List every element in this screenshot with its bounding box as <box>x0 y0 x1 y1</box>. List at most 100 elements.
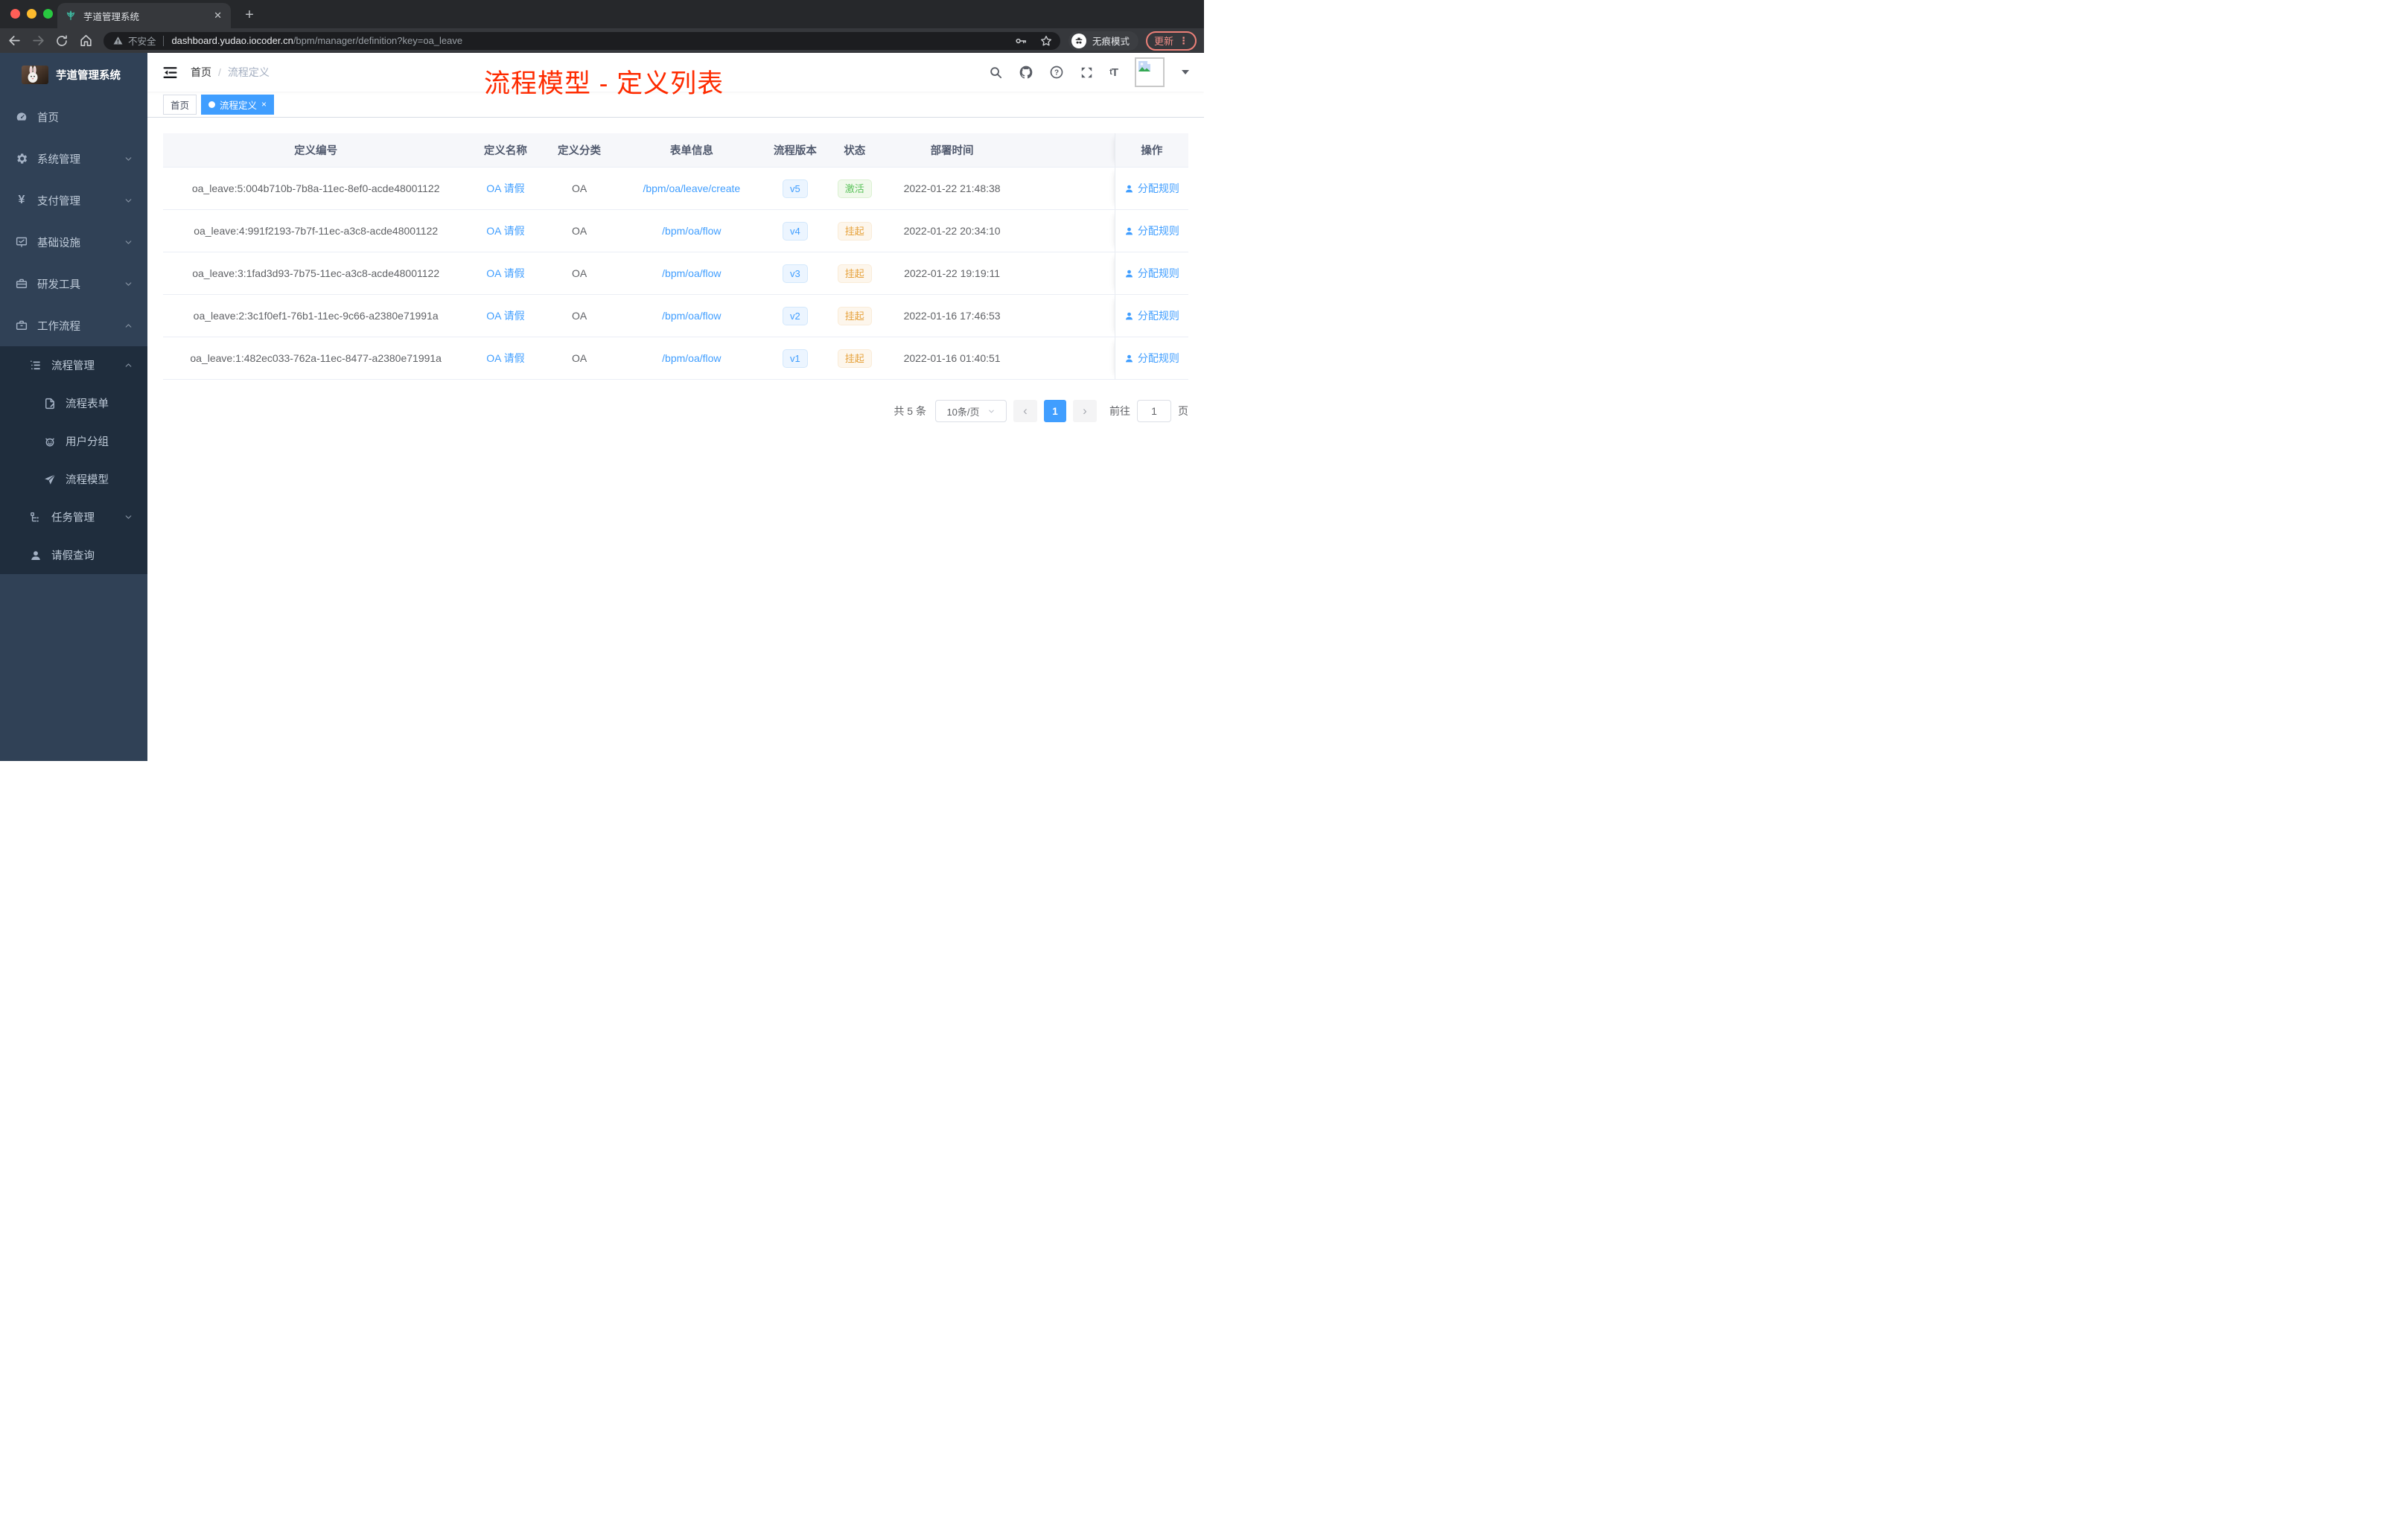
form-link[interactable]: /bpm/oa/flow <box>662 352 721 364</box>
sidebar-item-infrastructure[interactable]: 基础设施 <box>0 221 147 263</box>
new-tab-button[interactable]: + <box>240 6 259 24</box>
macos-traffic-lights[interactable] <box>10 9 53 19</box>
back-icon[interactable] <box>7 34 22 48</box>
sidebar-item-dev-tools[interactable]: 研发工具 <box>0 263 147 305</box>
sidebar-item-label: 系统管理 <box>37 153 80 166</box>
sidebar-item-label: 用户分组 <box>66 436 109 448</box>
sidebar-item-process-model[interactable]: 流程模型 <box>0 460 147 498</box>
col-form-info: 表单信息 <box>669 145 713 157</box>
assign-rule-button[interactable]: 分配规则 <box>1124 266 1179 281</box>
active-dot-icon <box>208 101 216 108</box>
document-edit-icon <box>42 397 57 410</box>
sidebar-item-home[interactable]: 首页 <box>0 96 147 138</box>
github-icon[interactable] <box>1019 65 1033 80</box>
security-warning-icon[interactable] <box>112 35 124 46</box>
tag-label: 流程定义 <box>220 100 258 111</box>
sidebar-item-label: 流程表单 <box>66 398 109 410</box>
next-page-button[interactable]: › <box>1073 400 1097 422</box>
tag-process-definition[interactable]: 流程定义 × <box>201 94 275 115</box>
sidebar-item-leave-query[interactable]: 请假查询 <box>0 536 147 574</box>
sidebar-logo[interactable]: 芋道管理系统 <box>0 53 147 96</box>
sidebar-item-label: 基础设施 <box>37 237 80 249</box>
sidebar-item-process-management[interactable]: 流程管理 <box>0 346 147 384</box>
user-icon <box>1125 270 1133 277</box>
sidebar-item-user-group[interactable]: 用户分组 <box>0 422 147 460</box>
reload-icon[interactable] <box>54 34 69 48</box>
form-link[interactable]: /bpm/oa/leave/create <box>643 182 740 194</box>
definition-name-link[interactable]: OA 请假 <box>486 266 524 281</box>
font-size-icon[interactable]: tT <box>1109 66 1118 79</box>
cell-definition-id: oa_leave:4:991f2193-7b7f-11ec-a3c8-acde4… <box>194 225 439 237</box>
definition-name-link[interactable]: OA 请假 <box>486 308 524 323</box>
col-process-version: 流程版本 <box>773 145 817 157</box>
cell-category: OA <box>571 182 587 194</box>
avatar-dropdown-caret-icon[interactable] <box>1182 70 1189 74</box>
update-label[interactable]: 更新 <box>1154 34 1173 48</box>
assign-rule-button[interactable]: 分配规则 <box>1124 308 1179 323</box>
sidebar-item-process-form[interactable]: 流程表单 <box>0 384 147 422</box>
sidebar-item-task-management[interactable]: 任务管理 <box>0 498 147 536</box>
sidebar: 芋道管理系统 首页 系统管理 ¥ 支付管理 基础设施 研发工具 工作流程 流程管… <box>0 53 147 761</box>
cell-definition-id: oa_leave:5:004b710b-7b8a-11ec-8ef0-acde4… <box>191 182 440 194</box>
fullscreen-icon[interactable] <box>1080 66 1094 80</box>
tag-home[interactable]: 首页 <box>163 94 197 115</box>
assign-rule-button[interactable]: 分配规则 <box>1124 351 1179 366</box>
sidebar-item-system[interactable]: 系统管理 <box>0 138 147 179</box>
page-size-select[interactable]: 10条/页 <box>935 400 1007 422</box>
version-tag: v4 <box>783 221 808 241</box>
prev-page-button[interactable]: ‹ <box>1013 400 1037 422</box>
breadcrumb-current: 流程定义 <box>227 66 270 78</box>
cell-definition-id: oa_leave:3:1fad3d93-7b75-11ec-a3c8-acde4… <box>192 267 440 279</box>
user-icon <box>1125 227 1133 235</box>
form-link[interactable]: /bpm/oa/flow <box>662 225 721 237</box>
definition-table: 定义编号 定义名称 定义分类 表单信息 流程版本 状态 部署时间 操作 oa_l… <box>163 133 1188 380</box>
goto-label: 前往 <box>1109 405 1130 417</box>
breadcrumb-home[interactable]: 首页 <box>191 65 211 80</box>
tab-title: 芋道管理系统 <box>83 11 140 22</box>
goto-page-input[interactable] <box>1137 400 1171 422</box>
definition-name-link[interactable]: OA 请假 <box>486 223 524 238</box>
sidebar-item-label: 任务管理 <box>51 512 95 524</box>
sidebar-item-workflow[interactable]: 工作流程 <box>0 305 147 346</box>
definition-name-link[interactable]: OA 请假 <box>486 351 524 366</box>
monitor-icon <box>14 235 29 249</box>
help-icon[interactable]: ? <box>1049 65 1064 80</box>
chrome-update-button[interactable]: 更新 ⋮ <box>1145 31 1197 51</box>
status-tag: 挂起 <box>837 264 872 283</box>
total-count-label: 共 5 条 <box>894 405 926 417</box>
cell-deploy-time: 2022-01-22 21:48:38 <box>903 182 1001 194</box>
form-link[interactable]: /bpm/oa/flow <box>662 310 721 322</box>
cell-definition-id: oa_leave:1:482ec033-762a-11ec-8477-a2380… <box>190 352 442 364</box>
tag-close-icon[interactable]: × <box>261 100 267 109</box>
assign-rule-button[interactable]: 分配规则 <box>1124 181 1179 196</box>
assign-rule-button[interactable]: 分配规则 <box>1124 223 1179 238</box>
yen-icon: ¥ <box>18 194 25 206</box>
tab-close-icon[interactable]: ✕ <box>212 10 223 22</box>
col-definition-category: 定义分类 <box>558 145 602 157</box>
bookmark-star-icon[interactable] <box>1039 34 1053 48</box>
password-key-icon[interactable] <box>1014 34 1028 48</box>
not-secure-label[interactable]: 不安全 <box>128 34 156 48</box>
sidebar-item-payment[interactable]: ¥ 支付管理 <box>0 179 147 221</box>
close-window-button[interactable] <box>10 9 20 19</box>
sidebar-collapse-icon[interactable] <box>162 65 178 80</box>
search-icon[interactable] <box>989 66 1003 80</box>
table-row: oa_leave:3:1fad3d93-7b75-11ec-a3c8-acde4… <box>163 252 1188 295</box>
browser-menu-dots-icon[interactable]: ⋮ <box>1179 35 1188 47</box>
browser-tab[interactable]: 芋道管理系统 ✕ <box>57 3 231 28</box>
current-page-button[interactable]: 1 <box>1044 400 1066 422</box>
zoom-window-button[interactable] <box>43 9 53 19</box>
cell-deploy-time: 2022-01-16 01:40:51 <box>903 352 1001 364</box>
minimize-window-button[interactable] <box>27 9 36 19</box>
sidebar-item-label: 研发工具 <box>37 278 80 291</box>
home-icon[interactable] <box>78 34 93 48</box>
chevron-down-icon <box>124 238 133 247</box>
cell-spacer <box>1018 168 1114 209</box>
task-tree-icon <box>28 511 43 524</box>
chevron-up-icon <box>124 360 133 370</box>
form-link[interactable]: /bpm/oa/flow <box>662 267 721 279</box>
forward-icon[interactable] <box>31 34 46 48</box>
avatar-broken-image[interactable] <box>1135 57 1165 87</box>
address-bar[interactable]: 不安全 dashboard.yudao.iocoder.cn/bpm/manag… <box>103 31 1060 50</box>
definition-name-link[interactable]: OA 请假 <box>486 181 524 196</box>
